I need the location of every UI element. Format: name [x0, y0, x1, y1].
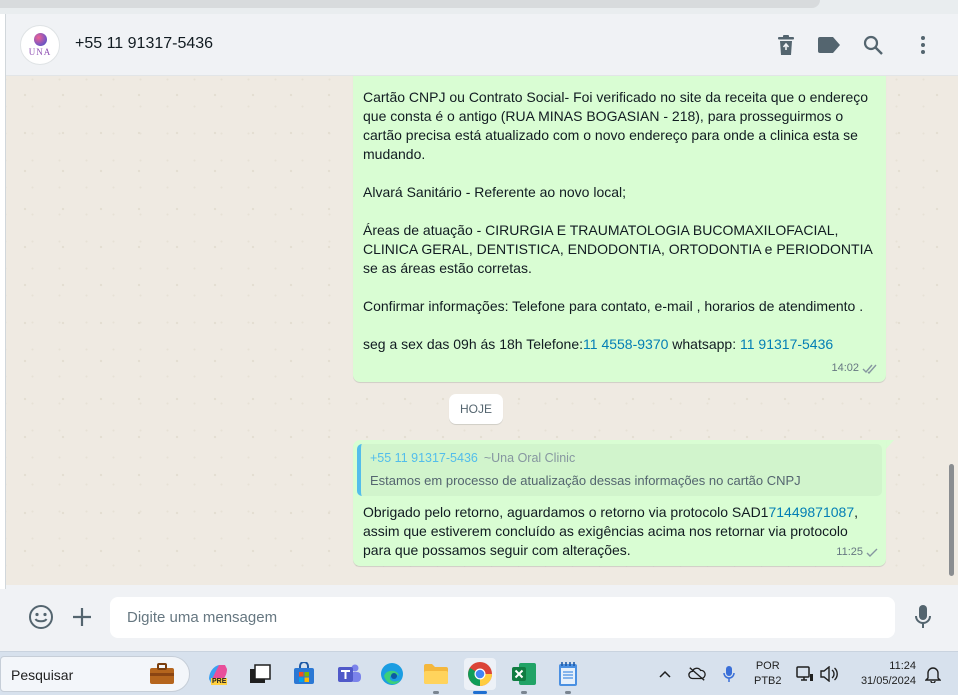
chat-header: UNA +55 11 91317-5436: [6, 14, 958, 76]
avatar[interactable]: UNA: [20, 25, 60, 65]
protocol-link[interactable]: 71449871087: [768, 504, 854, 520]
whatsapp-link[interactable]: 11 91317-5436: [740, 336, 833, 352]
message-text: Alvará Sanitário - Referente ao novo loc…: [363, 184, 627, 200]
conversation-panel: Cartão CNPJ ou Contrato Social- Foi veri…: [6, 76, 944, 585]
message-text: Confirmar informações: Telefone para con…: [363, 298, 864, 314]
emoji-icon[interactable]: [28, 604, 54, 630]
taskbar-search-label: Pesquisar: [11, 667, 74, 683]
quoted-author-number: +55 11 91317-5436: [370, 451, 478, 465]
menu-icon[interactable]: [911, 33, 935, 57]
volume-icon[interactable]: [820, 665, 838, 683]
reply-text: Obrigado pelo retorno, aguardamos o reto…: [363, 504, 769, 520]
single-check-icon: [866, 548, 878, 557]
double-check-icon: [862, 364, 877, 374]
active-indicator: [473, 691, 487, 694]
clock-date: 31/05/2024: [860, 675, 916, 687]
whatsapp-label: whatsapp:: [668, 336, 740, 352]
delete-icon[interactable]: [774, 33, 798, 57]
contact-name[interactable]: +55 11 91317-5436: [75, 35, 213, 53]
microphone-icon[interactable]: [910, 604, 936, 630]
running-indicator: [433, 691, 439, 694]
language-code: POR: [755, 660, 780, 672]
message-meta: 11:25: [836, 543, 878, 562]
attach-plus-icon[interactable]: [69, 604, 95, 630]
quoted-author-name: ~Una Oral Clinic: [483, 451, 576, 465]
message-meta: 14:02: [831, 359, 878, 378]
scrollbar-thumb[interactable]: [949, 464, 954, 576]
onedrive-icon[interactable]: [688, 665, 706, 683]
taskbar-search-box[interactable]: Pesquisar: [0, 656, 190, 692]
outgoing-reply-message[interactable]: +55 11 91317-5436 ~Una Oral Clinic Estamo…: [353, 440, 886, 566]
browser-tab-strip: [0, 0, 958, 14]
excel-app-icon[interactable]: [508, 658, 540, 694]
store-app-icon[interactable]: [288, 658, 320, 690]
schedule-text: seg a sex das 09h ás 18h Telefone:: [363, 336, 584, 352]
message-text: Áreas de atuação - CIRURGIA E TRAUMATOLO…: [363, 222, 873, 276]
quoted-message[interactable]: +55 11 91317-5436 ~Una Oral Clinic Estamo…: [357, 444, 882, 496]
chevron-up-icon[interactable]: [656, 665, 674, 683]
briefcase-icon: [149, 663, 181, 685]
phone-link[interactable]: 11 4558-9370: [583, 336, 668, 352]
message-time: 11:25: [836, 546, 863, 558]
outgoing-message[interactable]: Cartão CNPJ ou Contrato Social- Foi veri…: [353, 76, 886, 382]
notification-bell-icon[interactable]: [924, 665, 942, 683]
message-time: 14:02: [831, 362, 859, 374]
search-icon[interactable]: [861, 33, 885, 57]
edge-app-icon[interactable]: [376, 658, 408, 690]
chrome-app-icon[interactable]: [464, 658, 496, 694]
copilot-app-icon[interactable]: PRE: [202, 658, 234, 690]
logo-mark: [33, 33, 47, 46]
keyboard-language[interactable]: POR PTB2: [754, 659, 782, 689]
logo-text: UNA: [28, 47, 52, 57]
composer-bar: [0, 589, 958, 651]
microphone-tray-icon[interactable]: [720, 665, 738, 683]
message-text: Cartão CNPJ ou Contrato Social- Foi veri…: [363, 89, 869, 162]
teams-app-icon[interactable]: [333, 658, 365, 690]
bubble-tail: [886, 440, 894, 449]
message-input[interactable]: [110, 597, 895, 638]
running-indicator: [521, 691, 527, 694]
quoted-text: Estamos em processo de atualização dessa…: [370, 473, 801, 488]
system-clock[interactable]: 11:24 31/05/2024: [848, 659, 916, 689]
running-indicator: [565, 691, 571, 694]
date-divider: HOJE: [449, 394, 503, 424]
network-icon[interactable]: [796, 665, 814, 683]
notepad-app-icon[interactable]: [552, 658, 584, 694]
task-view-icon[interactable]: [244, 658, 276, 690]
message-text: seg a sex das 09h ás 18h Telefone:11 455…: [363, 335, 876, 354]
preview-badge: PRE: [211, 678, 228, 685]
message-text: Obrigado pelo retorno, aguardamos o reto…: [357, 496, 882, 560]
keyboard-layout: PTB2: [754, 675, 782, 687]
chat-scrollbar[interactable]: [944, 76, 958, 585]
clock-time: 11:24: [889, 660, 916, 672]
browser-tab[interactable]: [0, 0, 820, 8]
windows-taskbar: Pesquisar PRE POR PTB2 11:24 31/05/2024: [0, 651, 958, 695]
label-icon[interactable]: [817, 33, 841, 57]
file-explorer-icon[interactable]: [420, 658, 452, 694]
